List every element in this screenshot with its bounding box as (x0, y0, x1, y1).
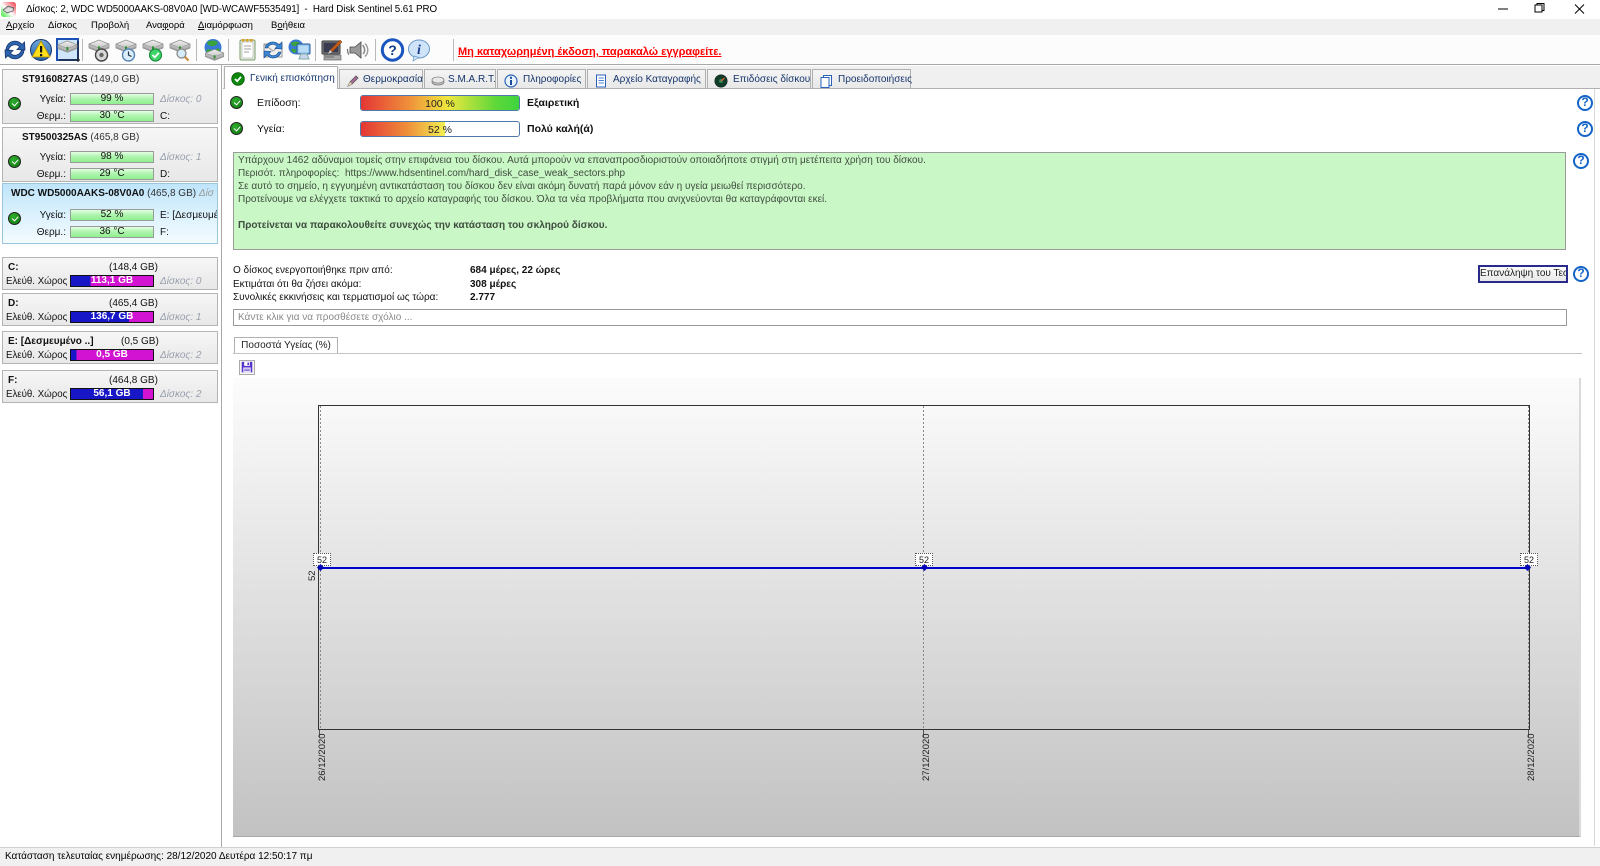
svg-text:i: i (417, 43, 421, 58)
svg-text:?: ? (388, 42, 397, 58)
